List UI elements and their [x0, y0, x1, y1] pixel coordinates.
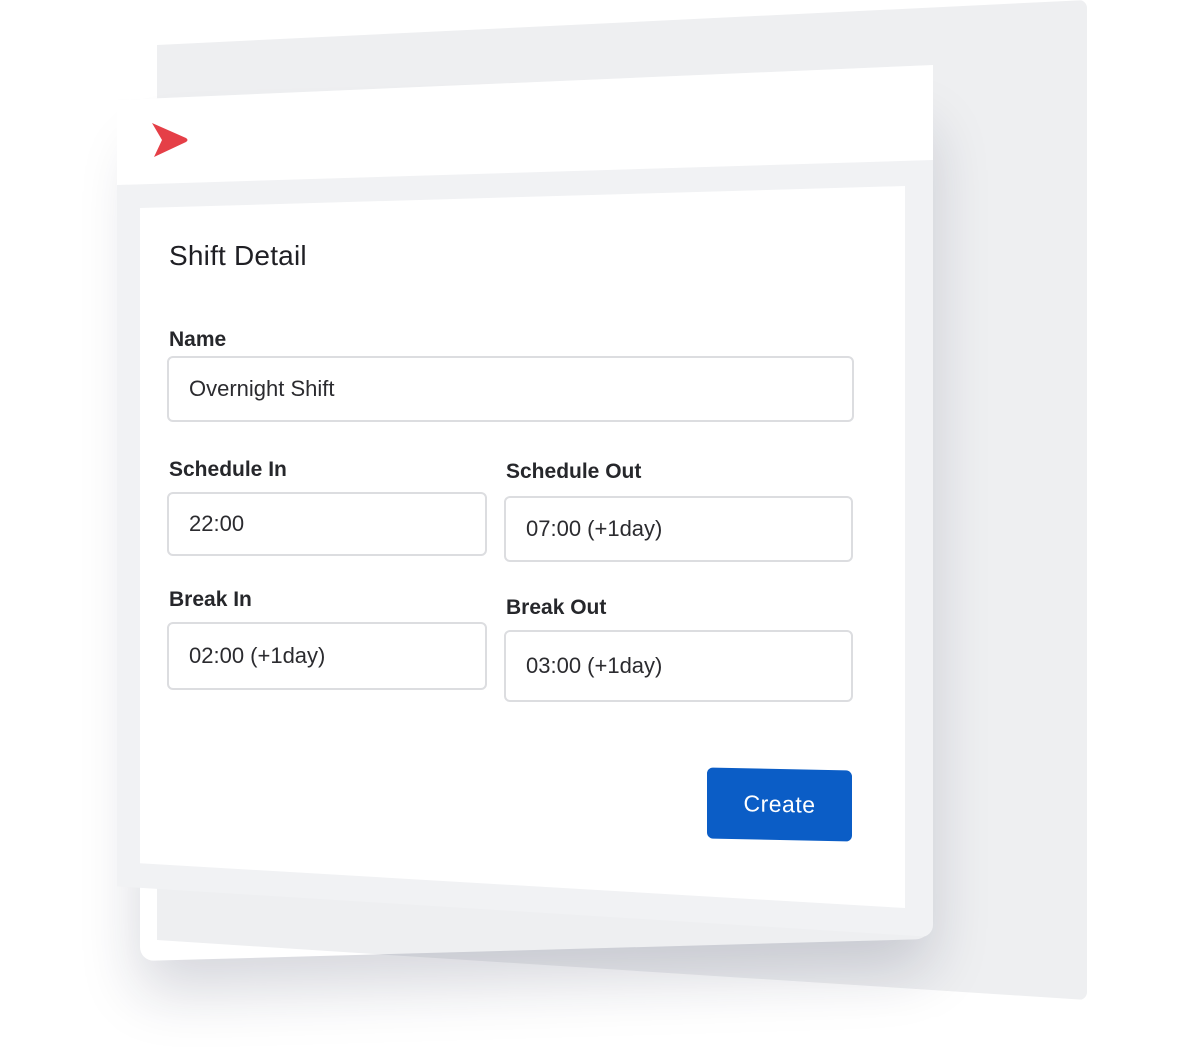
break-out-label: Break Out	[506, 596, 607, 619]
schedule-out-value: 07:00 (+1day)	[526, 516, 663, 541]
page-title: Shift Detail	[169, 240, 307, 271]
schedule-out-field[interactable]: 07:00 (+1day)	[504, 496, 853, 562]
break-out-field[interactable]: 03:00 (+1day)	[504, 630, 853, 702]
schedule-in-value: 22:00	[189, 511, 245, 536]
break-in-label: Break In	[169, 588, 252, 611]
create-button[interactable]: Create	[707, 767, 852, 842]
stage: Shift Detail Name Overnight Shift Schedu…	[0, 0, 1200, 1056]
schedule-out-label: Schedule Out	[506, 460, 642, 483]
break-in-value: 02:00 (+1day)	[189, 643, 326, 668]
name-field-value: Overnight Shift	[189, 376, 335, 401]
name-label: Name	[169, 328, 227, 351]
schedule-in-label: Schedule In	[169, 458, 287, 481]
break-in-field[interactable]: 02:00 (+1day)	[167, 622, 487, 690]
schedule-in-field[interactable]: 22:00	[167, 492, 487, 556]
break-out-value: 03:00 (+1day)	[526, 653, 663, 678]
name-field[interactable]: Overnight Shift	[167, 356, 854, 422]
red-chevron-logo-icon	[152, 123, 188, 157]
